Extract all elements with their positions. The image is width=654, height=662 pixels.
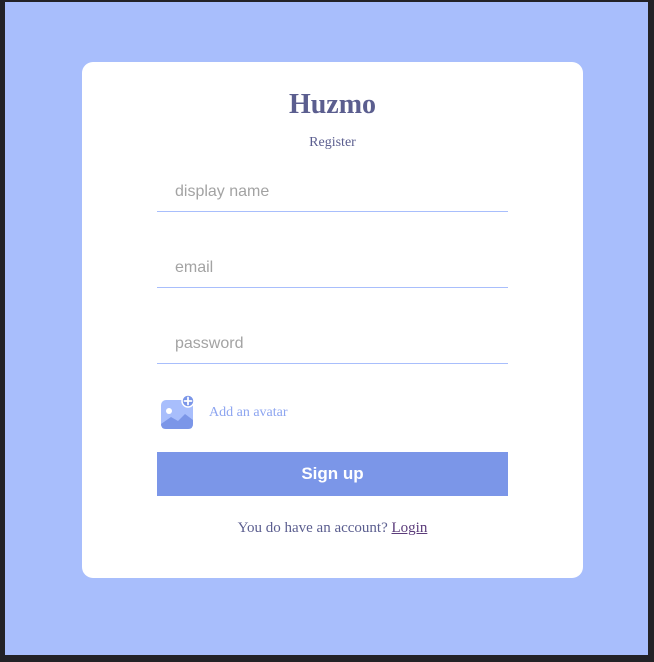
add-avatar-label: Add an avatar [209, 405, 288, 420]
login-prompt-text: You do have an account? [237, 520, 392, 536]
register-card: Huzmo Register Add an avatar Sign up You… [82, 62, 583, 578]
page-title: Register [309, 135, 356, 150]
password-input[interactable] [157, 324, 508, 364]
app-logo: Huzmo [288, 89, 377, 120]
display-name-input[interactable] [157, 172, 508, 212]
add-avatar-button[interactable]: Add an avatar [159, 394, 288, 431]
email-input[interactable] [157, 248, 508, 288]
login-prompt: You do have an account? Login [82, 520, 583, 537]
add-image-icon [159, 394, 195, 431]
login-link[interactable]: Login [392, 520, 428, 536]
page-background: Huzmo Register Add an avatar Sign up You… [5, 2, 648, 655]
sign-up-button[interactable]: Sign up [157, 452, 508, 496]
